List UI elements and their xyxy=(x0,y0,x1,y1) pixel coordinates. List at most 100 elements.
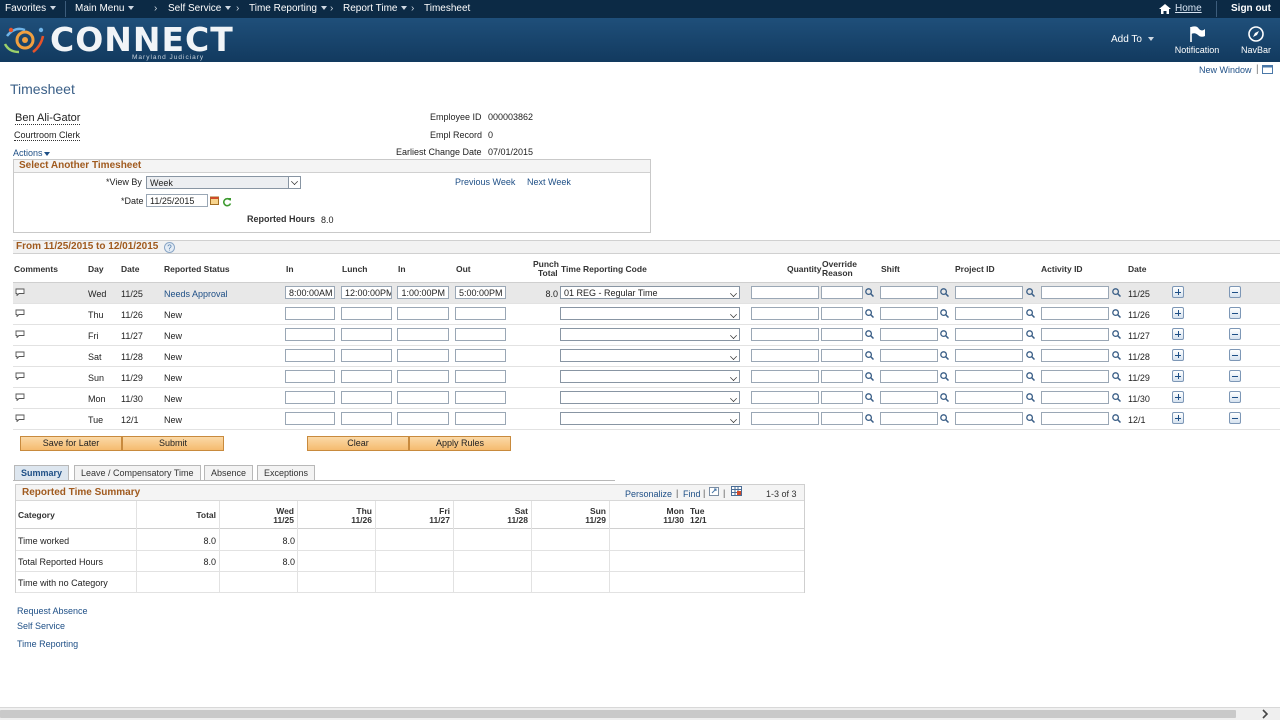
in-time-input[interactable] xyxy=(285,391,335,404)
out-time-input[interactable] xyxy=(455,370,506,383)
home-link[interactable]: Home xyxy=(1175,3,1202,14)
calendar-icon[interactable] xyxy=(210,196,219,205)
time-reporting-code-select[interactable]: 01 REG - Regular Time xyxy=(560,286,740,299)
in-time-input[interactable] xyxy=(285,307,335,320)
save-for-later-button[interactable]: Save for Later xyxy=(20,436,122,451)
search-icon[interactable] xyxy=(1026,393,1036,403)
project-id-input[interactable] xyxy=(955,412,1023,425)
scrollbar-thumb[interactable] xyxy=(0,710,1236,718)
quantity-input[interactable] xyxy=(751,412,819,425)
search-icon[interactable] xyxy=(865,372,875,382)
notification-button[interactable]: Notification xyxy=(1172,26,1222,60)
out-time-input[interactable] xyxy=(455,328,506,341)
search-icon[interactable] xyxy=(1112,372,1122,382)
shift-input[interactable] xyxy=(880,412,938,425)
project-id-input[interactable] xyxy=(955,370,1023,383)
in-time-input[interactable] xyxy=(285,349,335,362)
add-row-icon[interactable] xyxy=(1172,286,1184,298)
time-reporting-code-select[interactable] xyxy=(560,412,740,425)
help-icon[interactable]: ? xyxy=(164,242,175,253)
time-reporting-code-select[interactable] xyxy=(560,328,740,341)
in-2-time-input[interactable] xyxy=(397,370,449,383)
search-icon[interactable] xyxy=(1026,309,1036,319)
lunch-time-input[interactable] xyxy=(341,307,392,320)
next-week-link[interactable]: Next Week xyxy=(527,177,571,187)
tab-absence[interactable]: Absence xyxy=(204,465,254,480)
activity-id-input[interactable] xyxy=(1041,349,1109,362)
date-input[interactable]: 11/25/2015 xyxy=(146,194,208,207)
breadcrumb-report-time[interactable]: Report Time xyxy=(343,3,408,14)
search-icon[interactable] xyxy=(865,414,875,424)
project-id-input[interactable] xyxy=(955,349,1023,362)
lunch-time-input[interactable] xyxy=(341,391,392,404)
search-icon[interactable] xyxy=(1026,414,1036,424)
quantity-input[interactable] xyxy=(751,349,819,362)
search-icon[interactable] xyxy=(940,288,950,298)
search-icon[interactable] xyxy=(1026,372,1036,382)
search-icon[interactable] xyxy=(865,288,875,298)
add-row-icon[interactable] xyxy=(1172,349,1184,361)
activity-id-input[interactable] xyxy=(1041,286,1109,299)
delete-row-icon[interactable] xyxy=(1229,286,1241,298)
override-reason-input[interactable] xyxy=(821,412,863,425)
shift-input[interactable] xyxy=(880,349,938,362)
favorites-menu[interactable]: Favorites xyxy=(5,3,57,14)
search-icon[interactable] xyxy=(940,414,950,424)
time-reporting-code-select[interactable] xyxy=(560,391,740,404)
search-icon[interactable] xyxy=(1112,309,1122,319)
comment-icon[interactable] xyxy=(15,372,25,380)
view-by-select[interactable]: Week xyxy=(146,176,301,189)
in-time-input[interactable] xyxy=(285,328,335,341)
new-window-link[interactable]: New Window xyxy=(1199,65,1252,75)
project-id-input[interactable] xyxy=(955,286,1023,299)
lunch-time-input[interactable] xyxy=(341,328,392,341)
project-id-input[interactable] xyxy=(955,328,1023,341)
in-time-input[interactable] xyxy=(285,412,335,425)
breadcrumb-time-reporting[interactable]: Time Reporting xyxy=(249,3,327,14)
time-reporting-link[interactable]: Time Reporting xyxy=(17,639,78,649)
find-link[interactable]: Find xyxy=(683,489,701,499)
quantity-input[interactable] xyxy=(751,307,819,320)
add-to-menu[interactable]: Add To xyxy=(1111,34,1154,45)
in-2-time-input[interactable] xyxy=(397,328,449,341)
comment-icon[interactable] xyxy=(15,414,25,422)
search-icon[interactable] xyxy=(1112,330,1122,340)
override-reason-input[interactable] xyxy=(821,307,863,320)
add-row-icon[interactable] xyxy=(1172,328,1184,340)
activity-id-input[interactable] xyxy=(1041,328,1109,341)
comment-icon[interactable] xyxy=(15,330,25,338)
search-icon[interactable] xyxy=(865,351,875,361)
add-row-icon[interactable] xyxy=(1172,307,1184,319)
override-reason-input[interactable] xyxy=(821,391,863,404)
previous-week-link[interactable]: Previous Week xyxy=(455,177,515,187)
apply-rules-button[interactable]: Apply Rules xyxy=(409,436,511,451)
in-2-time-input[interactable] xyxy=(397,307,449,320)
quantity-input[interactable] xyxy=(751,286,819,299)
search-icon[interactable] xyxy=(1112,393,1122,403)
search-icon[interactable] xyxy=(940,372,950,382)
tab-exceptions[interactable]: Exceptions xyxy=(257,465,316,480)
sign-out-link[interactable]: Sign out xyxy=(1231,3,1271,14)
search-icon[interactable] xyxy=(1112,414,1122,424)
comment-icon[interactable] xyxy=(15,393,25,401)
personalize-link[interactable]: Personalize xyxy=(625,489,672,499)
search-icon[interactable] xyxy=(1112,351,1122,361)
out-time-input[interactable] xyxy=(455,391,506,404)
search-icon[interactable] xyxy=(1026,330,1036,340)
self-service-link[interactable]: Self Service xyxy=(17,621,65,631)
tab-summary[interactable]: Summary xyxy=(14,465,70,480)
delete-row-icon[interactable] xyxy=(1229,328,1241,340)
override-reason-input[interactable] xyxy=(821,370,863,383)
shift-input[interactable] xyxy=(880,391,938,404)
comment-icon[interactable] xyxy=(15,351,25,359)
tab-leave-compensatory-time[interactable]: Leave / Compensatory Time xyxy=(74,465,201,480)
job-title[interactable]: Courtroom Clerk xyxy=(14,130,81,141)
search-icon[interactable] xyxy=(940,351,950,361)
activity-id-input[interactable] xyxy=(1041,412,1109,425)
refresh-icon[interactable] xyxy=(222,197,232,207)
search-icon[interactable] xyxy=(865,393,875,403)
comment-icon[interactable] xyxy=(15,309,25,317)
delete-row-icon[interactable] xyxy=(1229,391,1241,403)
search-icon[interactable] xyxy=(1112,288,1122,298)
override-reason-input[interactable] xyxy=(821,286,863,299)
